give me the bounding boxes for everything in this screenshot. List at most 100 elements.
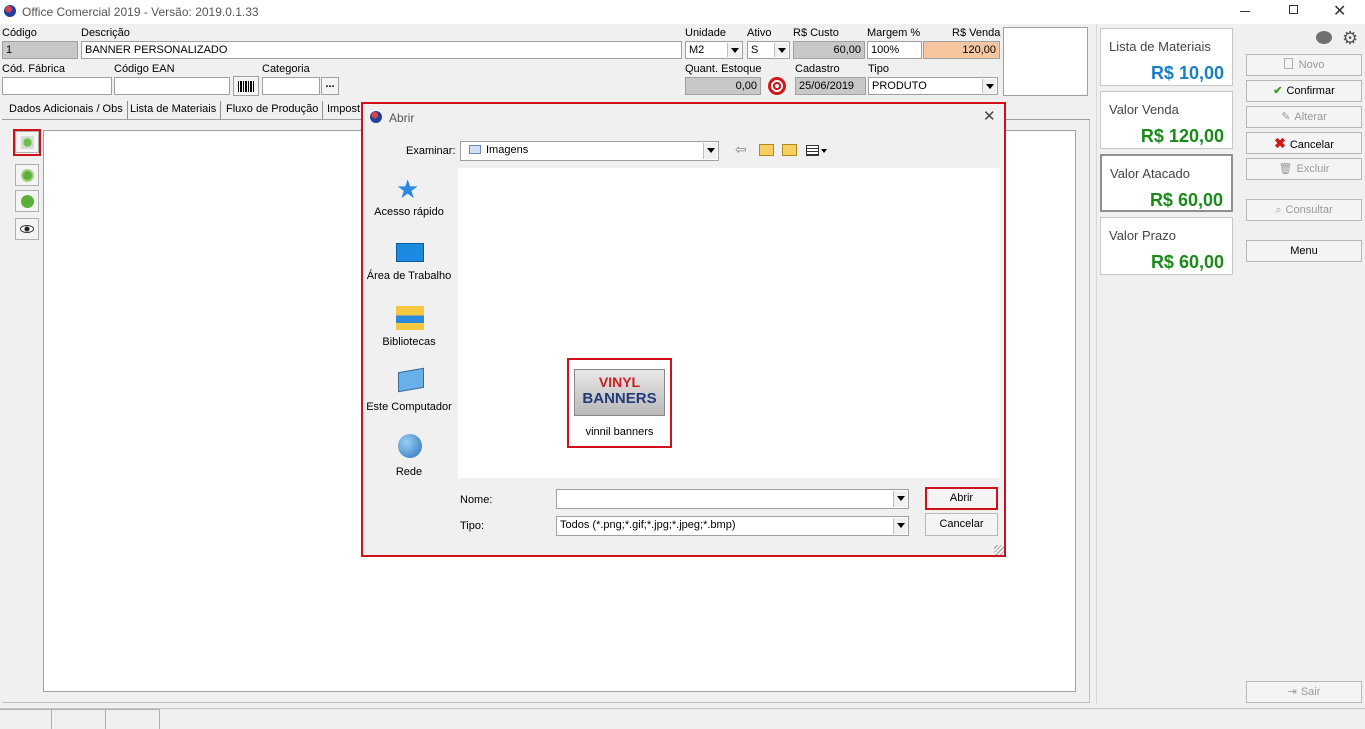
sair-label: Sair xyxy=(1300,686,1321,698)
view-button[interactable] xyxy=(15,218,39,240)
card-title: Valor Venda xyxy=(1109,102,1179,117)
card-valor-atacado: Valor Atacado R$ 60,00 xyxy=(1100,154,1233,212)
margem-field[interactable]: 100% xyxy=(867,41,922,59)
product-image-box[interactable] xyxy=(1003,27,1088,96)
refresh-button[interactable] xyxy=(15,164,39,186)
sair-button[interactable]: ⇥ Sair xyxy=(1246,681,1362,703)
nome-input[interactable] xyxy=(556,489,909,509)
check-icon: ✔ xyxy=(1273,85,1283,97)
card-valor-prazo: Valor Prazo R$ 60,00 xyxy=(1100,217,1233,275)
tab-impostos[interactable]: Impost xyxy=(323,101,364,119)
new-folder-icon[interactable] xyxy=(782,144,797,156)
chat-icon[interactable] xyxy=(1316,31,1332,44)
cadastro-label: Cadastro xyxy=(795,63,840,75)
view-menu-icon[interactable] xyxy=(806,145,819,156)
nav-quick-access[interactable]: Acesso rápido xyxy=(363,206,455,218)
abrir-button[interactable]: Abrir xyxy=(925,487,998,510)
cadastro-field[interactable]: 25/06/2019 xyxy=(795,77,866,95)
chevron-down-icon[interactable] xyxy=(774,43,788,57)
alterar-button[interactable]: ✎ Alterar xyxy=(1246,106,1362,128)
examinar-select[interactable]: Imagens xyxy=(460,141,719,161)
novo-label: Novo xyxy=(1298,59,1325,71)
file-name: vinnil banners xyxy=(585,426,654,438)
codigo-field[interactable]: 1 xyxy=(2,41,78,59)
app-icon xyxy=(4,5,16,17)
nav-desktop[interactable]: Área de Trabalho xyxy=(363,270,455,282)
tab-fluxo-producao[interactable]: Fluxo de Produção xyxy=(222,101,324,119)
chevron-down-icon[interactable] xyxy=(893,491,907,507)
chevron-down-icon[interactable] xyxy=(703,143,717,159)
ean-label: Código EAN xyxy=(114,63,175,75)
menu-button[interactable]: Menu xyxy=(1246,240,1362,262)
excluir-label: Excluir xyxy=(1296,163,1330,175)
nav-network-icon xyxy=(398,434,422,458)
dialog-close-icon[interactable]: ✕ xyxy=(983,107,996,125)
barcode-icon xyxy=(238,81,255,92)
chevron-down-icon[interactable] xyxy=(821,149,827,153)
file-thumbnail: VINYL BANNERS xyxy=(574,369,665,416)
restore-icon[interactable] xyxy=(1289,5,1298,14)
up-folder-icon[interactable] xyxy=(759,144,774,156)
descricao-field[interactable]: BANNER PERSONALIZADO xyxy=(81,41,682,59)
cod-fabrica-label: Cód. Fábrica xyxy=(2,63,65,75)
gear-icon[interactable]: ⚙ xyxy=(1342,28,1358,49)
close-icon[interactable]: ✕ xyxy=(1333,1,1346,21)
dialog-cancelar-button[interactable]: Cancelar xyxy=(925,513,998,536)
file-item-vinnil-banners[interactable]: VINYL BANNERS vinnil banners xyxy=(567,358,672,448)
unidade-select[interactable]: M2 xyxy=(685,41,743,59)
nav-libraries[interactable]: Bibliotecas xyxy=(363,336,455,348)
add-image-highlight xyxy=(13,129,41,156)
consultar-button[interactable]: ⌕ Consultar xyxy=(1246,199,1362,221)
nav-network[interactable]: Rede xyxy=(363,466,455,478)
chevron-down-icon[interactable] xyxy=(982,79,996,93)
ativo-label: Ativo xyxy=(747,27,772,39)
custo-field[interactable]: 60,00 xyxy=(793,41,865,59)
target-icon[interactable] xyxy=(768,77,786,95)
tab-lista-materiais[interactable]: Lista de Materiais xyxy=(126,101,222,119)
tipo-label: Tipo xyxy=(868,63,889,75)
open-file-dialog: Abrir ✕ Examinar: Imagens ⇦ ★ Acesso ráp… xyxy=(361,102,1006,557)
document-icon xyxy=(1283,58,1293,69)
chevron-down-icon[interactable] xyxy=(893,518,907,534)
approve-button[interactable] xyxy=(15,190,39,212)
nav-quick-access-icon: ★ xyxy=(396,174,420,204)
excluir-button[interactable]: 🗑 Excluir xyxy=(1246,158,1362,180)
tipo-value: Todos (*.png;*.gif;*.jpg;*.jpeg;*.bmp) xyxy=(560,519,736,531)
chevron-down-icon[interactable] xyxy=(727,43,741,57)
categoria-label: Categoria xyxy=(262,63,310,75)
nav-this-computer[interactable]: Este Computador xyxy=(363,401,455,413)
tipo-select[interactable]: PRODUTO xyxy=(868,77,998,95)
estoque-field[interactable]: 0,00 xyxy=(685,77,761,95)
barcode-button[interactable] xyxy=(233,76,259,96)
tipo-select[interactable]: Todos (*.png;*.gif;*.jpg;*.jpeg;*.bmp) xyxy=(556,516,909,536)
nav-computer-icon xyxy=(398,367,424,393)
trash-icon: 🗑 xyxy=(1278,163,1293,175)
cancelar-button[interactable]: ✖ Cancelar xyxy=(1246,132,1362,154)
venda-field[interactable]: 120,00 xyxy=(923,41,1000,59)
resize-grip-icon[interactable] xyxy=(994,545,1004,555)
file-list[interactable] xyxy=(458,168,1000,478)
examinar-label: Examinar: xyxy=(406,145,456,157)
confirmar-button[interactable]: ✔ Confirmar xyxy=(1246,80,1362,102)
status-cell xyxy=(52,709,106,729)
ean-field[interactable] xyxy=(114,77,230,95)
venda-label: R$ Venda xyxy=(952,27,1001,39)
back-icon[interactable]: ⇦ xyxy=(735,141,747,158)
tab-dados-adicionais[interactable]: Dados Adicionais / Obs xyxy=(5,101,128,119)
novo-button[interactable]: Novo xyxy=(1246,54,1362,76)
card-value: R$ 10,00 xyxy=(1150,63,1224,83)
thumbnail-text-line1: VINYL xyxy=(598,374,641,390)
check-icon xyxy=(21,195,34,208)
minimize-icon[interactable] xyxy=(1240,11,1250,12)
eye-icon xyxy=(20,225,34,233)
confirmar-label: Confirmar xyxy=(1286,85,1335,97)
margem-label: Margem % xyxy=(867,27,921,39)
thumbnail-text-line2: BANNERS xyxy=(582,390,657,407)
categoria-search-button[interactable]: ... xyxy=(321,77,339,95)
status-cell xyxy=(106,709,160,729)
cod-fabrica-field[interactable] xyxy=(2,77,112,95)
ativo-select[interactable]: S xyxy=(747,41,790,59)
categoria-field[interactable] xyxy=(262,77,320,95)
nome-label: Nome: xyxy=(460,494,493,506)
dialog-app-icon xyxy=(370,111,382,123)
